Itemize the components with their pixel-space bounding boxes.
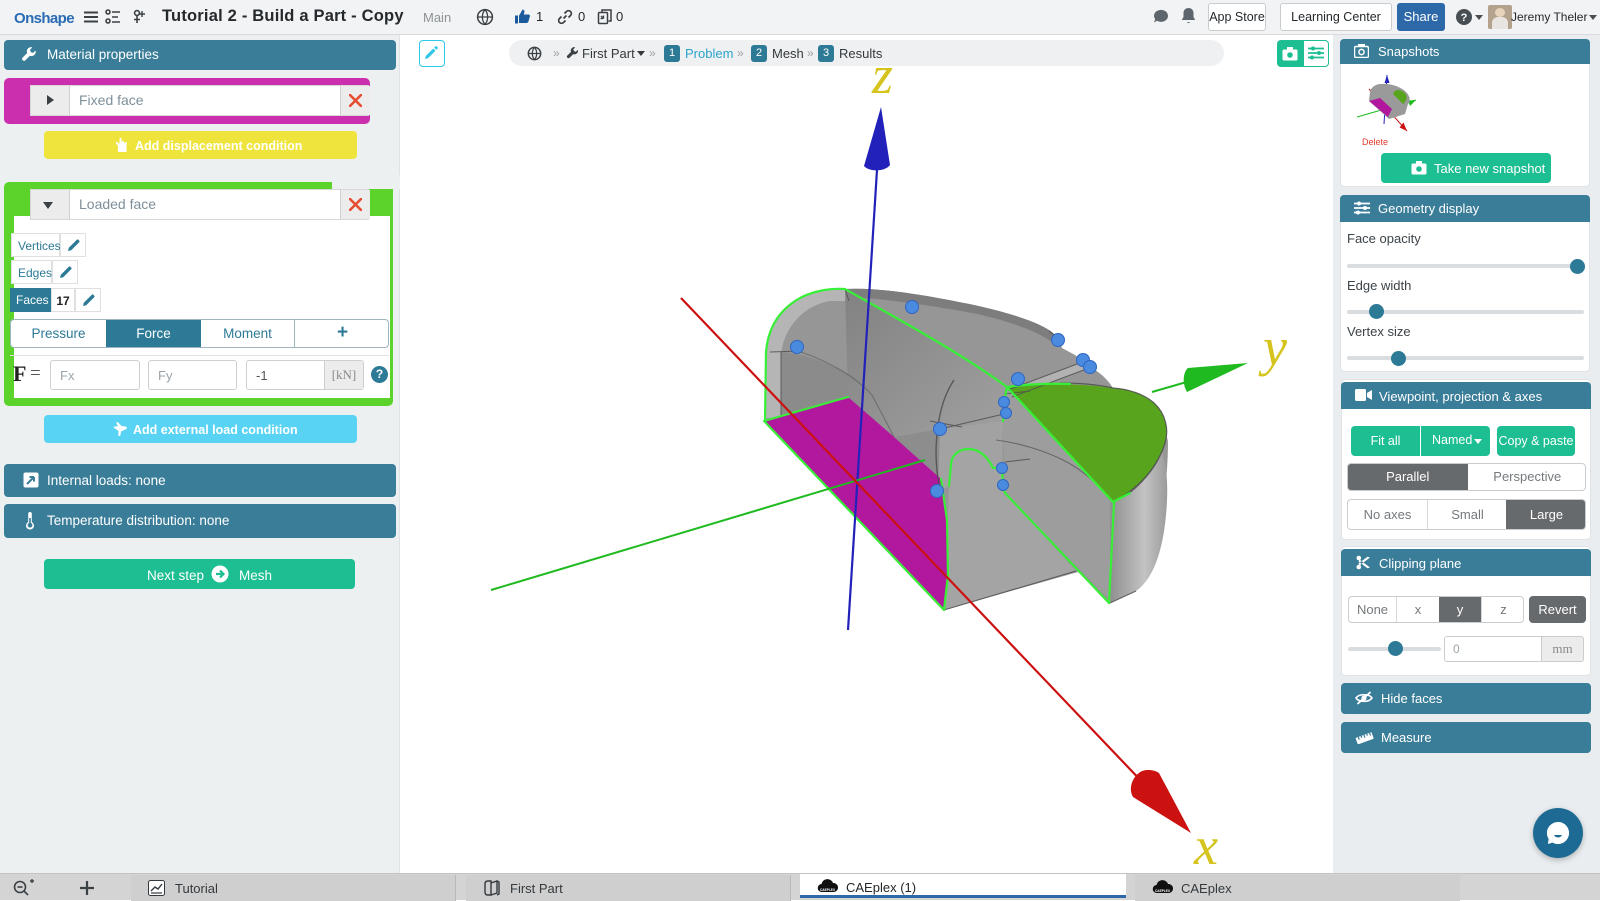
svg-text:CAEPLEX: CAEPLEX (820, 888, 836, 892)
svg-text:y: y (1258, 317, 1287, 377)
svg-text:x: x (1193, 816, 1218, 873)
svg-text:?: ? (1461, 12, 1468, 24)
svg-text:Delete: Delete (1362, 137, 1388, 147)
svg-text:CAEPLEX: CAEPLEX (1155, 889, 1171, 893)
